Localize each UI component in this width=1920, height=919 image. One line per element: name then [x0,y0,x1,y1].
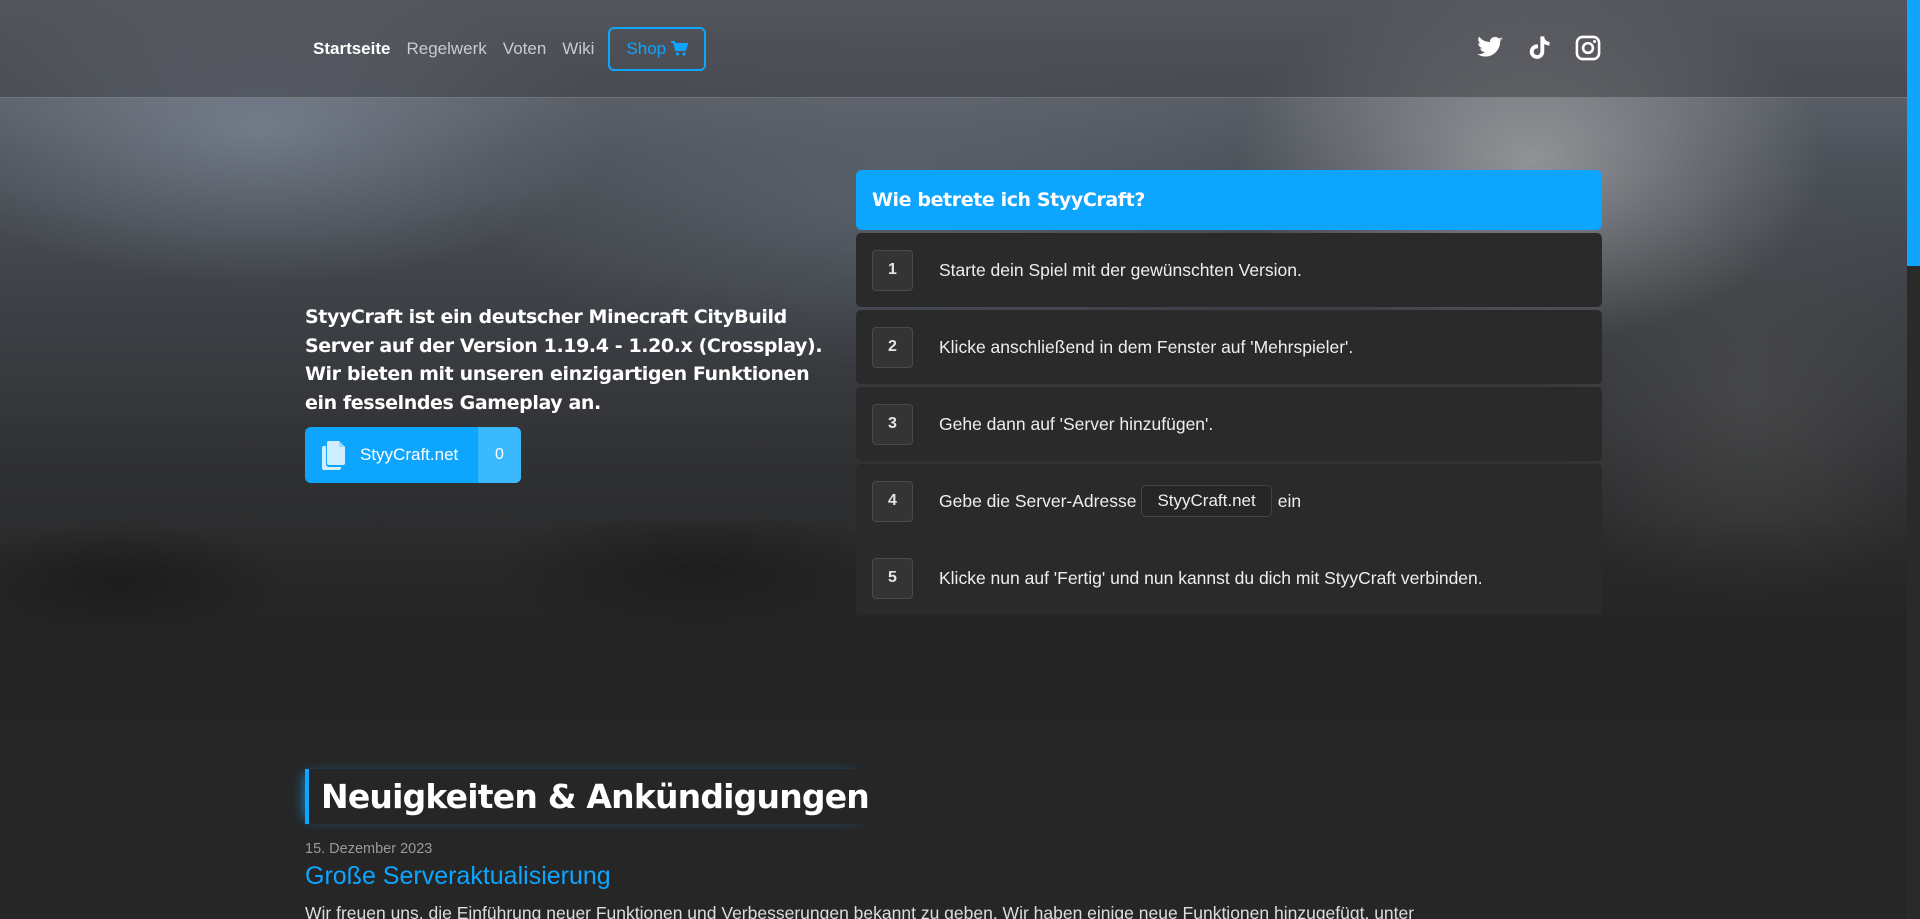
scrollbar-thumb[interactable] [1907,0,1920,266]
nav-link-startseite[interactable]: Startseite [313,28,390,70]
step-number: 4 [872,480,913,522]
twitter-icon[interactable] [1476,34,1504,62]
step-item: 1 Starte dein Spiel mit der gewünschten … [856,233,1602,307]
copy-address-button[interactable]: StyyCraft.net 0 [305,427,521,483]
steps-title: Wie betrete ich StyyCraft? [856,170,1602,230]
news-section-heading: Neuigkeiten & Ankündigungen [305,769,870,824]
step-text: Gehe dann auf 'Server hinzufügen'. [939,413,1214,434]
nav-link-voten[interactable]: Voten [503,28,547,70]
shop-button[interactable]: Shop [608,27,707,71]
nav-link-wiki[interactable]: Wiki [562,28,594,70]
copy-count-badge: 0 [478,427,521,483]
step-number: 3 [872,403,913,445]
step-item: 3 Gehe dann auf 'Server hinzufügen'. [856,387,1602,461]
news-section: Neuigkeiten & Ankündigungen 15. Dezember… [0,720,1920,919]
step-text: Klicke anschließend in dem Fenster auf '… [939,336,1354,357]
tiktok-icon[interactable] [1525,34,1553,62]
nav-link-regelwerk[interactable]: Regelwerk [406,28,486,70]
hero-description: StyyCraft ist ein deutscher Minecraft Ci… [305,306,823,414]
step-number: 5 [872,557,913,599]
instagram-icon[interactable] [1574,34,1602,62]
step-number: 1 [872,249,913,291]
step-text: Gebe die Server-Adresse StyyCraft.net ei… [939,485,1301,517]
top-navbar: Startseite Regelwerk Voten Wiki Shop [0,0,1920,98]
copy-address-label: StyyCraft.net [360,445,459,464]
shop-label: Shop [626,39,667,58]
social-links [1476,34,1623,62]
step-item: 4 Gebe die Server-Adresse StyyCraft.net … [856,464,1602,538]
step-item: 2 Klicke anschließend in dem Fenster auf… [856,310,1602,384]
news-headline-link[interactable]: Große Serveraktualisierung [305,862,611,891]
server-address-chip[interactable]: StyyCraft.net [1141,485,1272,517]
step-text-before: Gebe die Server-Adresse [939,490,1137,511]
cart-icon [671,41,689,56]
copy-icon [322,441,345,470]
news-section-title: Neuigkeiten & Ankündigungen [321,777,870,816]
step-text-after: ein [1277,490,1302,511]
step-item: 5 Klicke nun auf 'Fertig' und nun kannst… [856,541,1602,615]
step-text: Starte dein Spiel mit der gewünschten Ve… [939,259,1302,280]
news-date: 15. Dezember 2023 [305,841,433,857]
step-number: 2 [872,326,913,368]
news-body: Wir freuen uns, die Einführung neuer Fun… [305,903,1415,919]
step-text: Klicke nun auf 'Fertig' und nun kannst d… [939,567,1483,588]
join-steps-panel: Wie betrete ich StyyCraft? 1 Starte dein… [856,170,1602,615]
main-nav: Startseite Regelwerk Voten Wiki Shop [313,27,707,71]
